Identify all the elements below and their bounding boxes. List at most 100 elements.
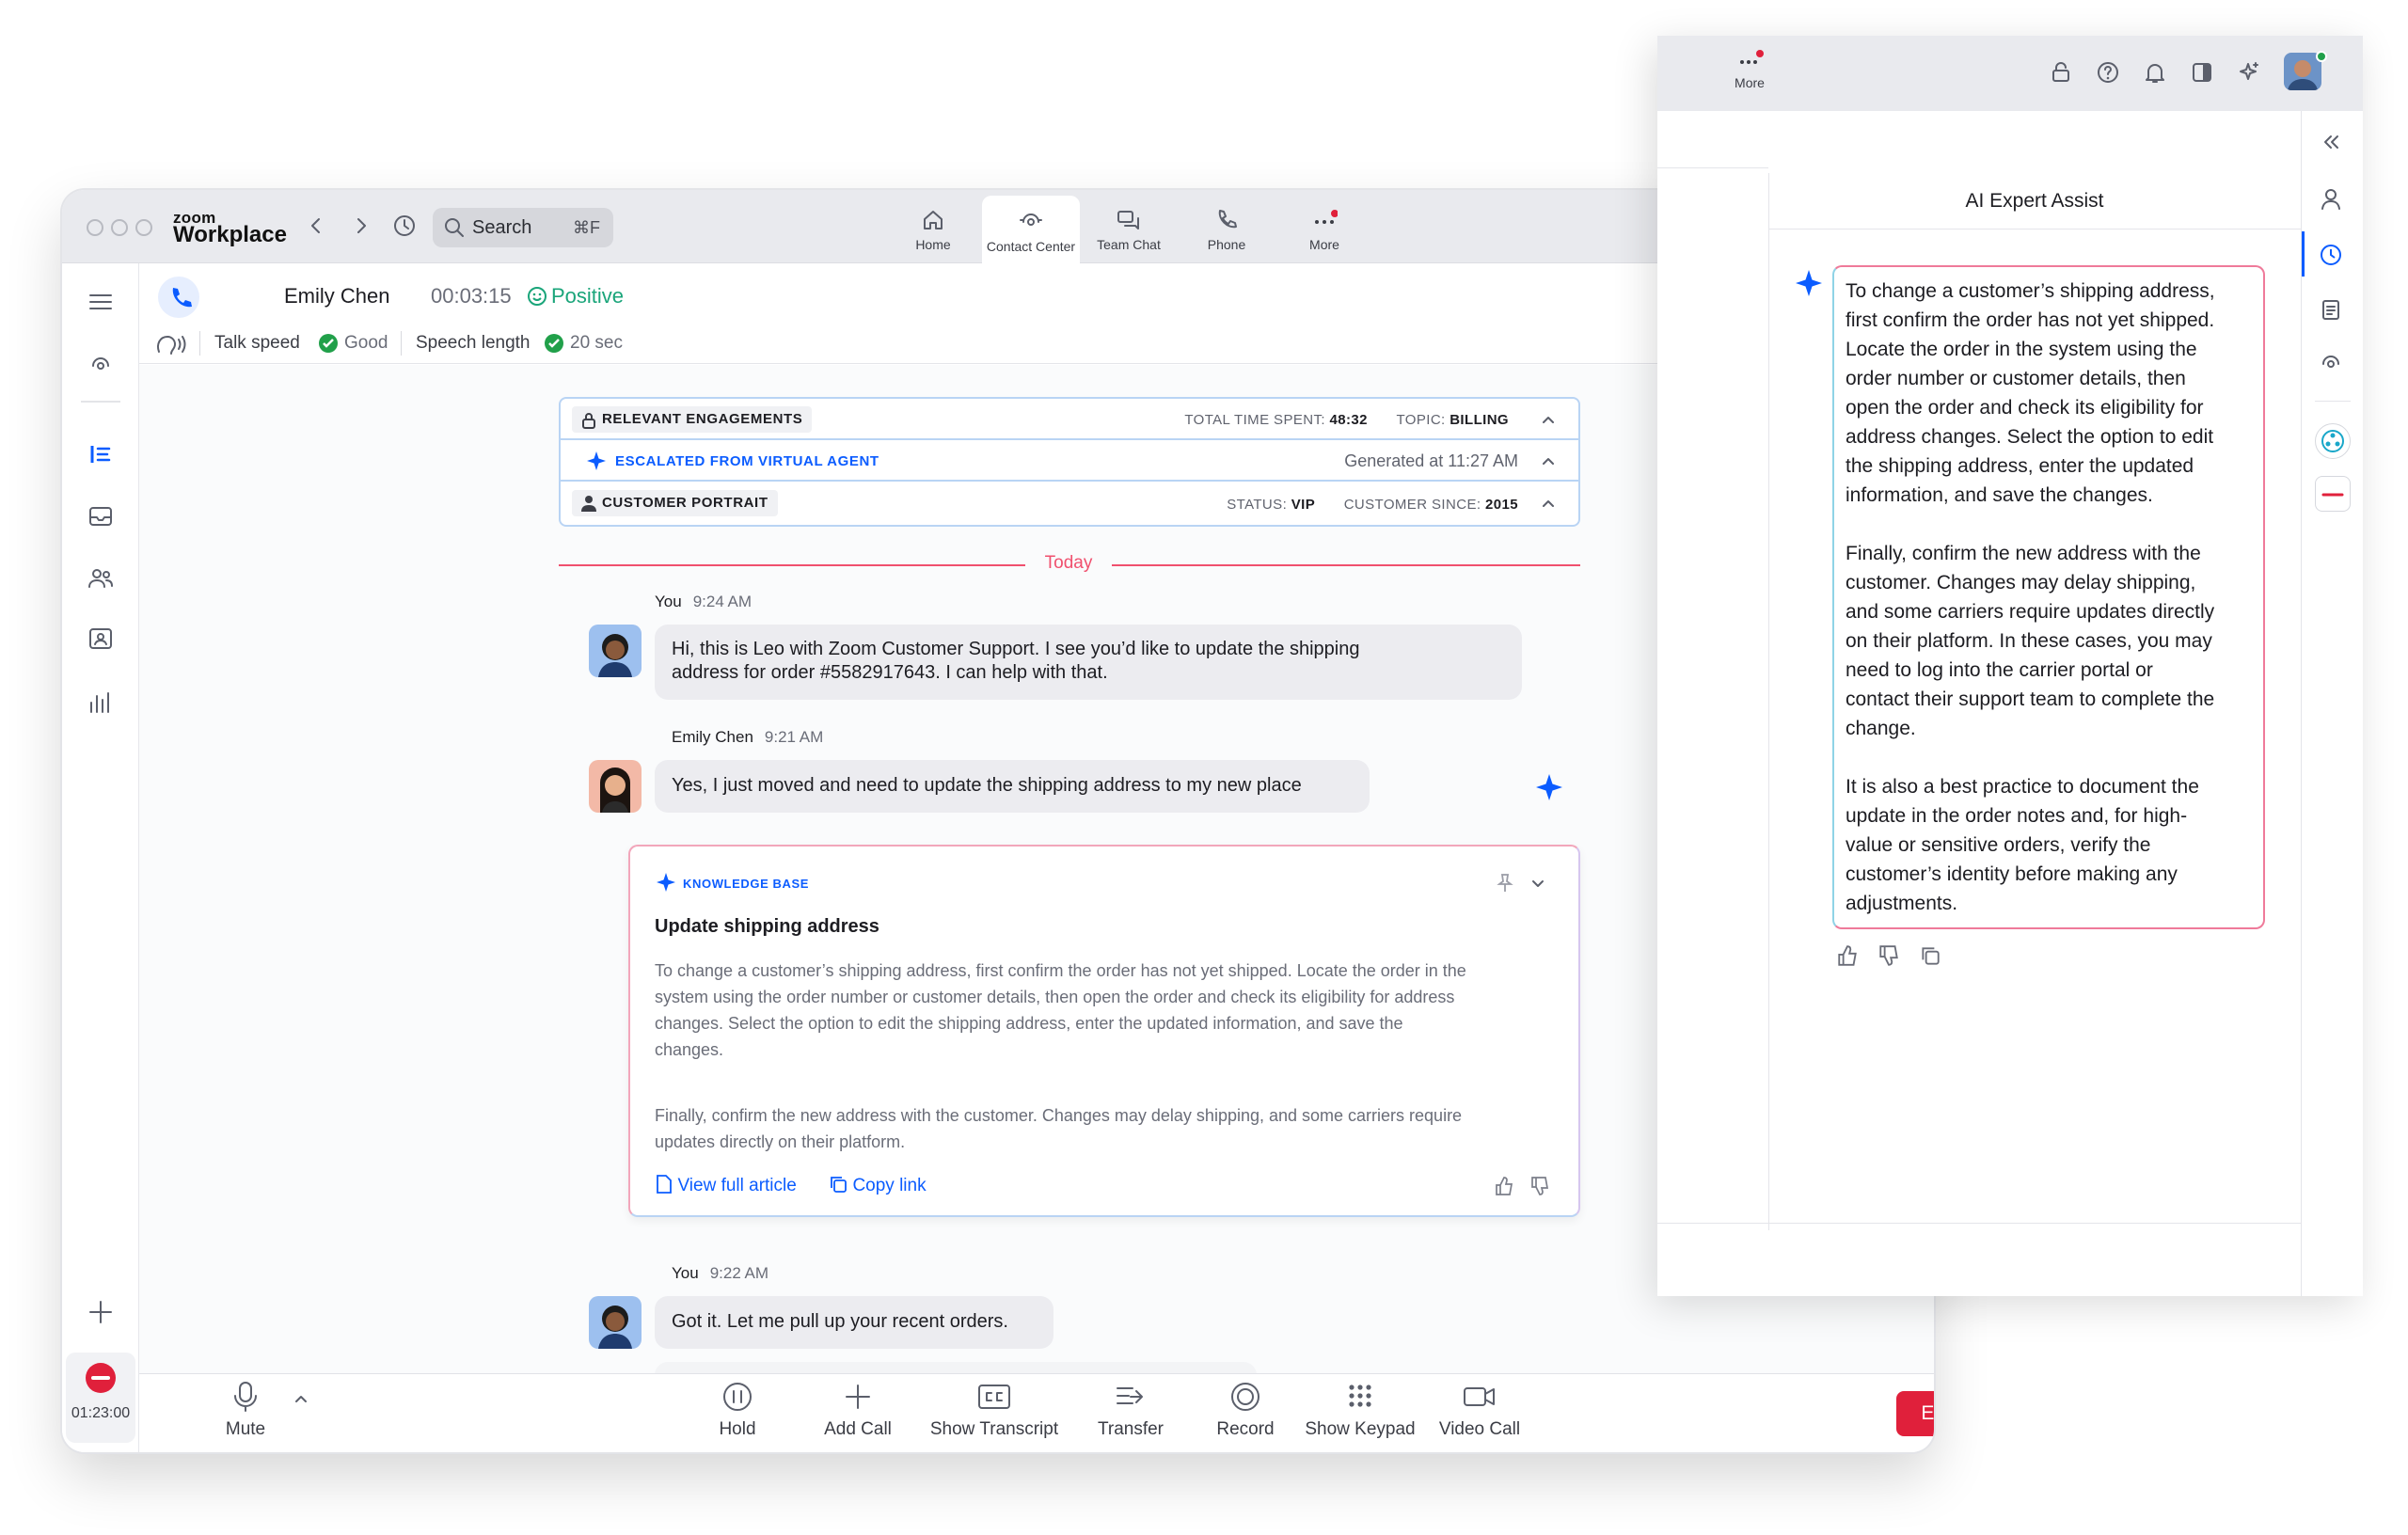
- forward-button[interactable]: [350, 214, 372, 237]
- show-transcript-button[interactable]: Show Transcript: [924, 1380, 1065, 1440]
- main-window: zoom Workplace Search ⌘F Home Contact Ce…: [62, 190, 1934, 1452]
- escalated-row[interactable]: ESCALATED FROM VIRTUAL AGENT Generated a…: [561, 440, 1578, 482]
- contacts-icon[interactable]: [87, 625, 115, 653]
- person-icon: [581, 495, 596, 512]
- ai-companion-icon[interactable]: [2237, 60, 2261, 85]
- phone-icon: [1218, 210, 1237, 229]
- plus-icon: [846, 1385, 870, 1409]
- avatar: [589, 625, 642, 677]
- window-close-button[interactable]: [87, 219, 103, 236]
- speaking-icon: [154, 331, 186, 357]
- search-input[interactable]: Search ⌘F: [433, 208, 613, 247]
- add-call-button[interactable]: Add Call: [811, 1380, 905, 1440]
- brand-workplace: Workplace: [173, 222, 287, 247]
- contact-center-icon: [1020, 214, 1042, 226]
- end-call-icon: [85, 1362, 117, 1394]
- notes-icon[interactable]: [2319, 297, 2343, 322]
- chat-icon: [1117, 211, 1139, 229]
- help-icon[interactable]: [2096, 60, 2120, 85]
- article-title: Update shipping address: [655, 916, 879, 937]
- app-integration-icon[interactable]: [2315, 423, 2351, 459]
- pin-icon[interactable]: [1496, 873, 1514, 894]
- chevron-up-icon[interactable]: [1541, 453, 1556, 468]
- talk-speed-value: Good: [344, 333, 388, 353]
- back-button[interactable]: [305, 214, 327, 237]
- copy-link-button[interactable]: Copy link: [828, 1174, 927, 1196]
- show-keypad-button[interactable]: Show Keypad: [1294, 1380, 1426, 1440]
- side-title-bar: More: [1657, 36, 2363, 111]
- history-icon[interactable]: [2319, 243, 2343, 267]
- avatar: [589, 1296, 642, 1349]
- home-icon: [924, 211, 943, 229]
- thumbs-down-icon[interactable]: [1529, 1176, 1550, 1196]
- window-minimize-button[interactable]: [111, 219, 128, 236]
- call-toolbar: Mute Hold Add Call Show Transcript Trans…: [139, 1373, 1934, 1452]
- contact-center-icon[interactable]: [87, 350, 115, 378]
- view-article-link[interactable]: View full article: [655, 1174, 797, 1196]
- thumbs-up-icon[interactable]: [1836, 944, 1859, 967]
- tab-phone[interactable]: Phone: [1178, 196, 1275, 261]
- sparkle-icon: [587, 451, 606, 470]
- crm-app-icon[interactable]: [2315, 476, 2351, 512]
- ai-sparkle-icon: [1795, 269, 1823, 297]
- customer-since-value: 2015: [1485, 497, 1518, 513]
- history-icon[interactable]: [391, 213, 418, 239]
- active-call-indicator[interactable]: 01:23:00: [66, 1353, 135, 1443]
- left-sidebar: 01:23:00: [62, 263, 139, 1452]
- video-camera-icon: [1464, 1387, 1495, 1406]
- right-rail: [2301, 111, 2363, 1296]
- date-divider: Today: [1044, 553, 1093, 573]
- thumbs-up-icon[interactable]: [1494, 1176, 1514, 1196]
- copy-icon[interactable]: [1919, 944, 1941, 967]
- tab-more[interactable]: More: [1275, 196, 1373, 261]
- transfer-icon: [1117, 1387, 1143, 1404]
- hold-icon: [723, 1383, 752, 1411]
- message-time: 9:24 AM: [692, 593, 752, 610]
- chevron-down-icon[interactable]: [1529, 875, 1546, 892]
- collapse-icon[interactable]: [2319, 130, 2343, 154]
- users-icon[interactable]: [87, 564, 115, 593]
- relevant-engagements-row[interactable]: RELEVANT ENGAGEMENTS TOTAL TIME SPENT: 4…: [561, 399, 1578, 440]
- status-label: STATUS:: [1227, 497, 1288, 513]
- tab-team-chat[interactable]: Team Chat: [1080, 196, 1178, 261]
- more-button[interactable]: More: [1721, 49, 1778, 90]
- topic-value: BILLING: [1450, 412, 1509, 428]
- profile-icon[interactable]: [2319, 186, 2343, 211]
- chevron-up-icon[interactable]: [1541, 412, 1556, 427]
- bell-icon[interactable]: [2143, 60, 2167, 85]
- window-maximize-button[interactable]: [135, 219, 152, 236]
- record-button[interactable]: Record: [1198, 1380, 1292, 1440]
- video-call-button[interactable]: Video Call: [1428, 1380, 1531, 1440]
- divider-line: [1112, 564, 1580, 566]
- ai-sparkle-icon[interactable]: [1535, 773, 1563, 801]
- call-timer: 01:23:00: [71, 1405, 131, 1421]
- add-icon[interactable]: [87, 1298, 115, 1326]
- thumbs-down-icon[interactable]: [1877, 944, 1900, 967]
- engagement-icon[interactable]: [2319, 350, 2343, 374]
- talk-speed-label: Talk speed: [214, 333, 300, 353]
- lock-icon[interactable]: [2049, 60, 2073, 85]
- end-call-button[interactable]: End: [1896, 1391, 1934, 1436]
- more-icon: [1740, 50, 1764, 64]
- ai-assist-window: More AI Expert Assist To change a custom…: [1657, 36, 2363, 1296]
- time-spent-label: TOTAL TIME SPENT:: [1184, 412, 1325, 428]
- panel-toggle-icon[interactable]: [2190, 60, 2214, 85]
- speech-length-label: Speech length: [416, 333, 531, 353]
- transfer-button[interactable]: Transfer: [1084, 1380, 1178, 1440]
- caller-name: Emily Chen: [284, 284, 390, 308]
- keypad-icon: [1349, 1385, 1371, 1407]
- chevron-up-icon[interactable]: [1541, 496, 1556, 511]
- hold-button[interactable]: Hold: [700, 1380, 775, 1440]
- tab-home[interactable]: Home: [884, 196, 982, 261]
- message-time: 9:22 AM: [709, 1264, 769, 1282]
- tab-contact-center[interactable]: Contact Center: [982, 196, 1080, 263]
- chevron-up-icon[interactable]: [293, 1391, 309, 1406]
- ai-answer-card: To change a customer’s shipping address,…: [1832, 265, 2265, 929]
- menu-icon[interactable]: [87, 288, 115, 316]
- customer-portrait-row[interactable]: CUSTOMER PORTRAIT STATUS: VIP CUSTOMER S…: [561, 482, 1578, 525]
- topic-label: TOPIC:: [1396, 412, 1446, 428]
- inbox-icon[interactable]: [87, 502, 115, 530]
- queue-list-icon[interactable]: [87, 440, 115, 468]
- mute-button[interactable]: Mute: [213, 1380, 278, 1440]
- analytics-icon[interactable]: [87, 688, 115, 717]
